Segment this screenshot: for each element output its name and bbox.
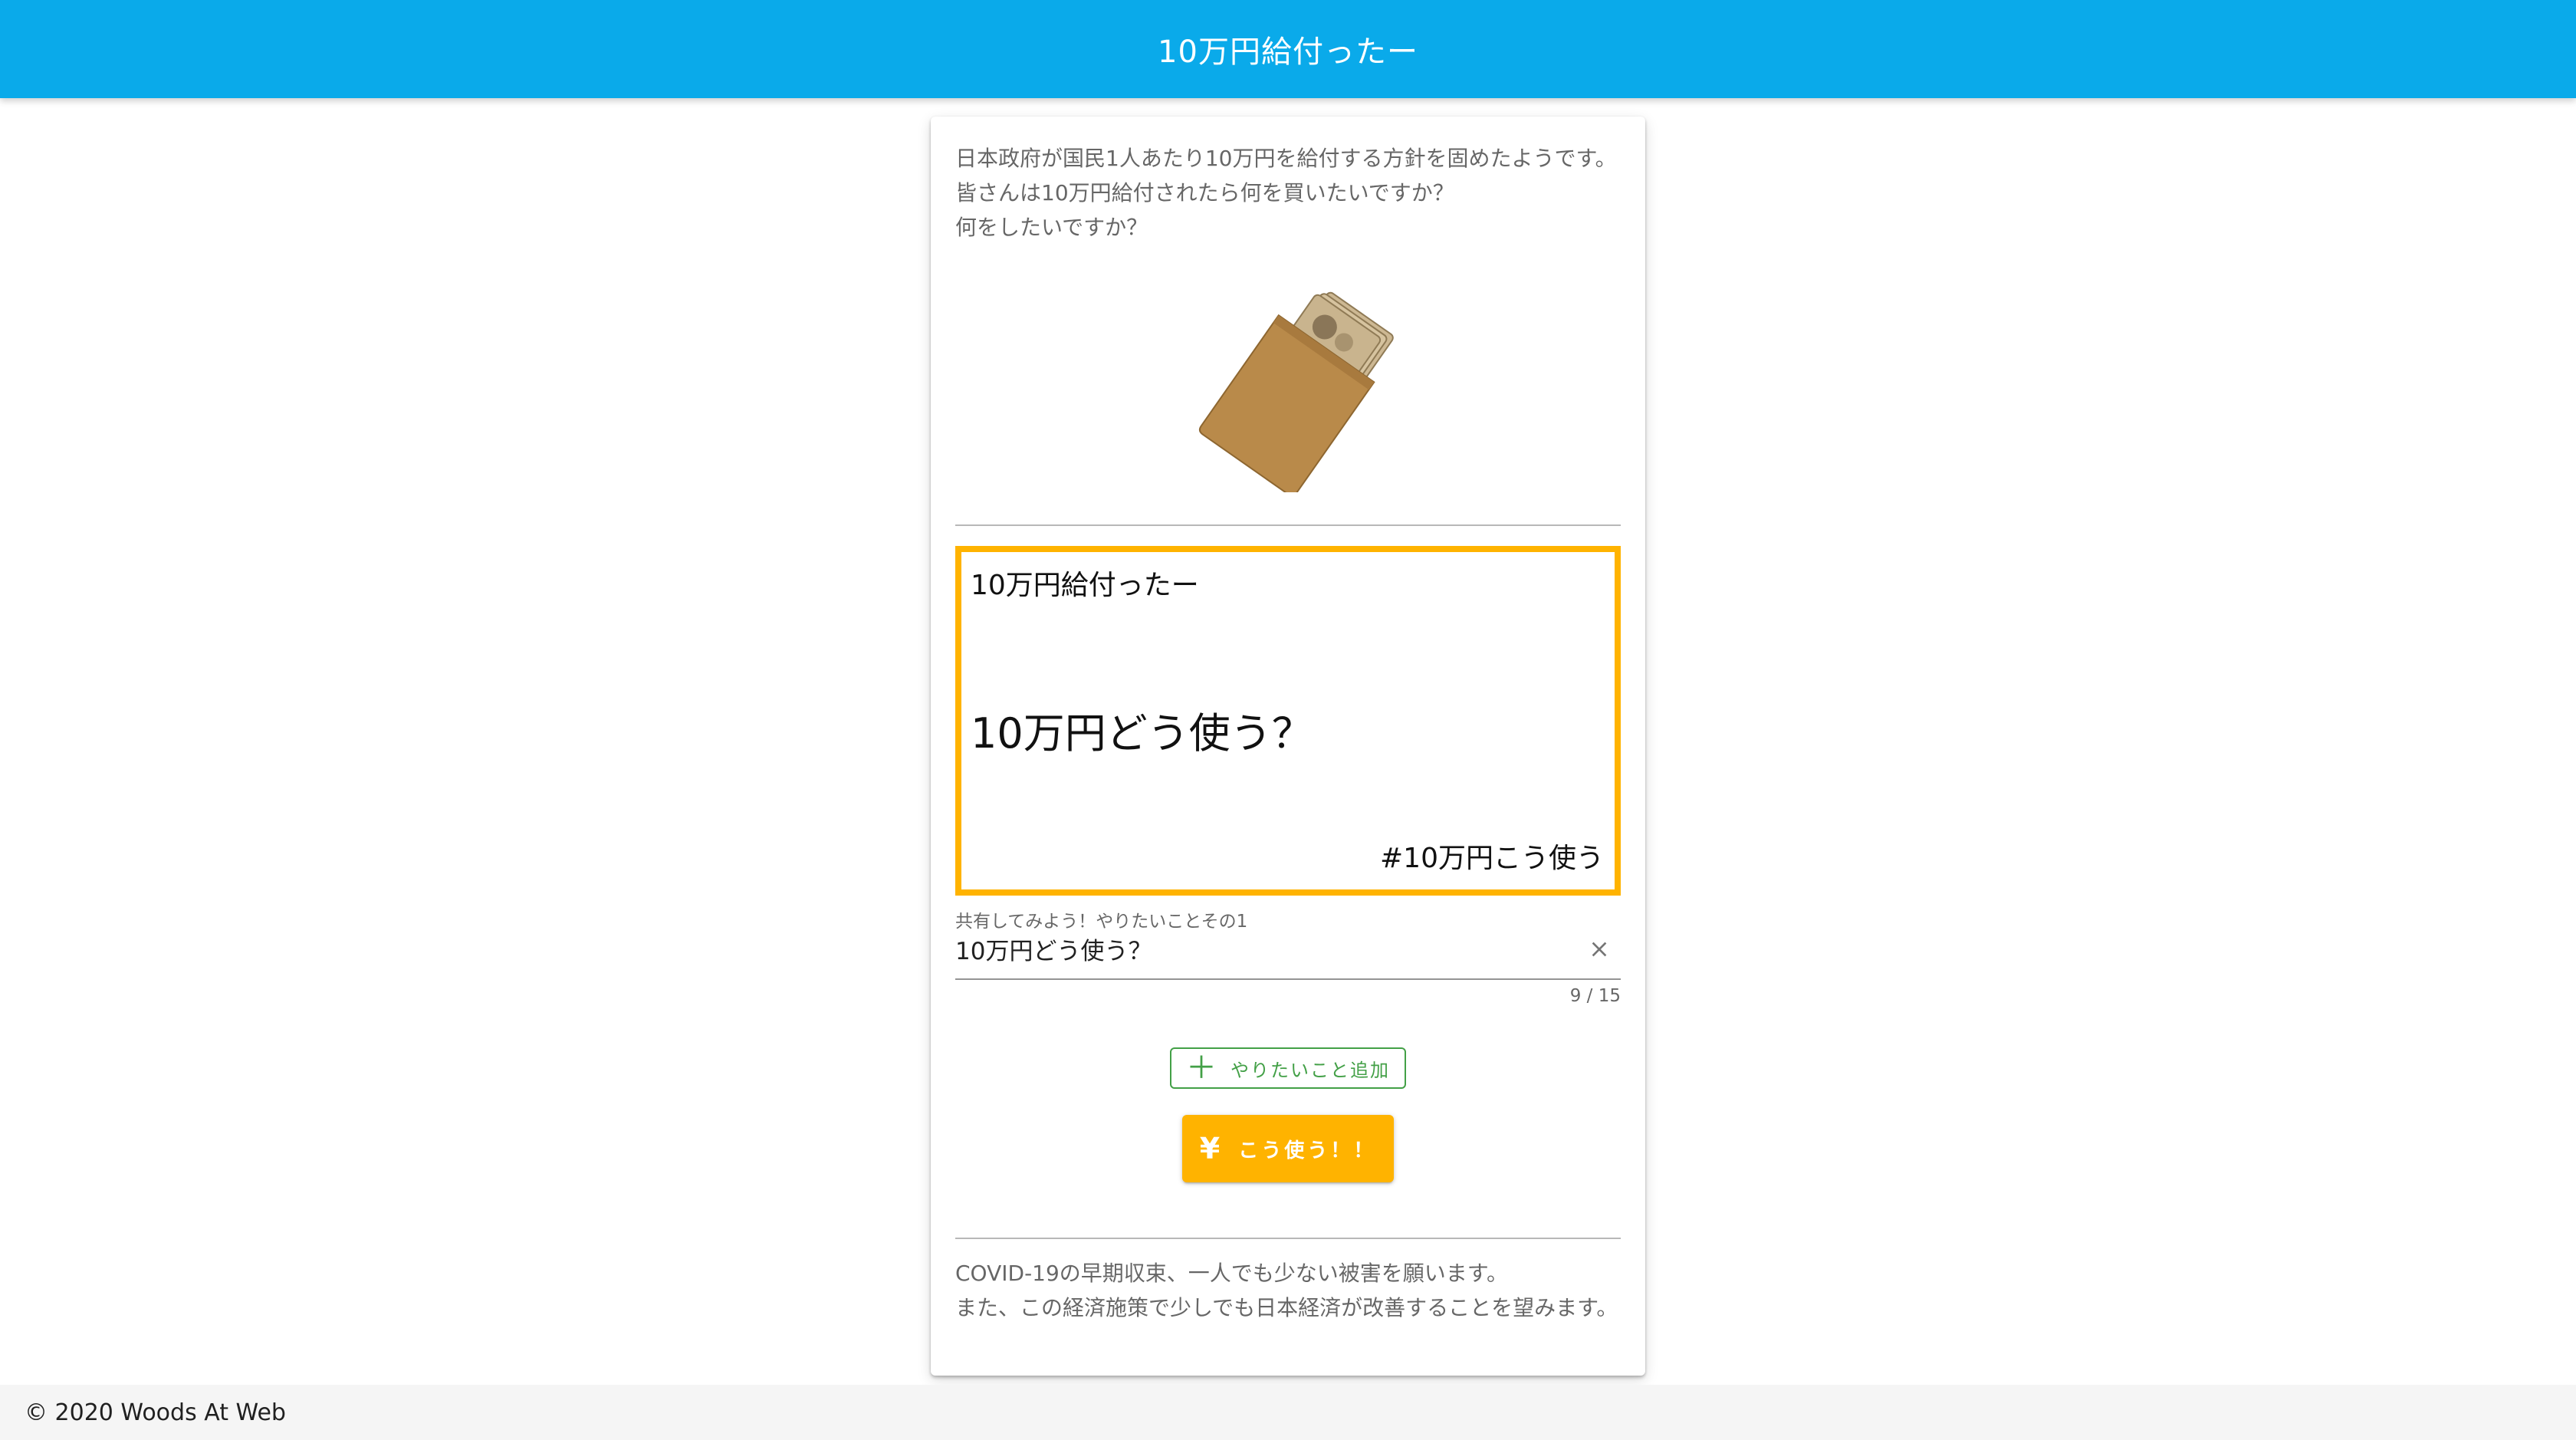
wish-text-field: 共有してみよう！やりたいことその1 <box>955 906 1621 991</box>
add-wish-label: やりたいこと追加 <box>1230 1059 1390 1081</box>
wish-field-label: 共有してみよう！やりたいことその1 <box>955 912 1248 932</box>
outro-text: COVID-19の早期収束、一人でも少ない被害を願います。 また、この経済施策で… <box>955 1256 1630 1325</box>
close-icon[interactable] <box>1578 928 1621 971</box>
add-wish-button[interactable]: ＋ やりたいこと追加 <box>1170 1047 1406 1089</box>
share-preview-card: 10万円給付ったー 10万円どう使う？ #10万円こう使う <box>955 546 1621 896</box>
plus-icon: ＋ <box>1186 1050 1218 1086</box>
intro-line: 皆さんは10万円給付されたら何を買いたいですか？ <box>955 180 1454 205</box>
preview-title: 10万円給付ったー <box>971 570 1199 601</box>
wish-input[interactable] <box>955 929 1569 968</box>
money-envelope-icon <box>1175 262 1405 497</box>
divider <box>955 1238 1621 1239</box>
app-bar: 10万円給付ったー <box>0 0 2576 98</box>
intro-line: 日本政府が国民1人あたり10万円を給付する方針を固めたようです。 <box>955 146 1617 171</box>
outro-line: COVID-19の早期収束、一人でも少ない被害を願います。 <box>955 1261 1509 1286</box>
copyright-text: © 2020 Woods At Web <box>25 1399 286 1426</box>
preview-main-text: 10万円どう使う？ <box>971 709 1313 758</box>
char-counter: 9 / 15 <box>1569 986 1621 1006</box>
intro-line: 何をしたいですか？ <box>955 215 1148 240</box>
divider <box>955 524 1621 526</box>
app-title: 10万円給付ったー <box>1158 35 1418 70</box>
field-underline <box>955 978 1621 980</box>
yen-icon: ¥ <box>1199 1132 1224 1165</box>
use-submit-label: こう使う！！ <box>1238 1139 1377 1162</box>
outro-line: また、この経済施策で少しでも日本経済が改善することを望みます。 <box>955 1295 1618 1320</box>
main-card: 日本政府が国民1人あたり10万円を給付する方針を固めたようです。 皆さんは10万… <box>931 117 1645 1376</box>
preview-hashtag: #10万円こう使う <box>1380 843 1604 874</box>
use-submit-button[interactable]: ¥ こう使う！！ <box>1182 1115 1394 1182</box>
intro-text: 日本政府が国民1人あたり10万円を給付する方針を固めたようです。 皆さんは10万… <box>955 141 1630 245</box>
footer: © 2020 Woods At Web <box>0 1385 2576 1440</box>
